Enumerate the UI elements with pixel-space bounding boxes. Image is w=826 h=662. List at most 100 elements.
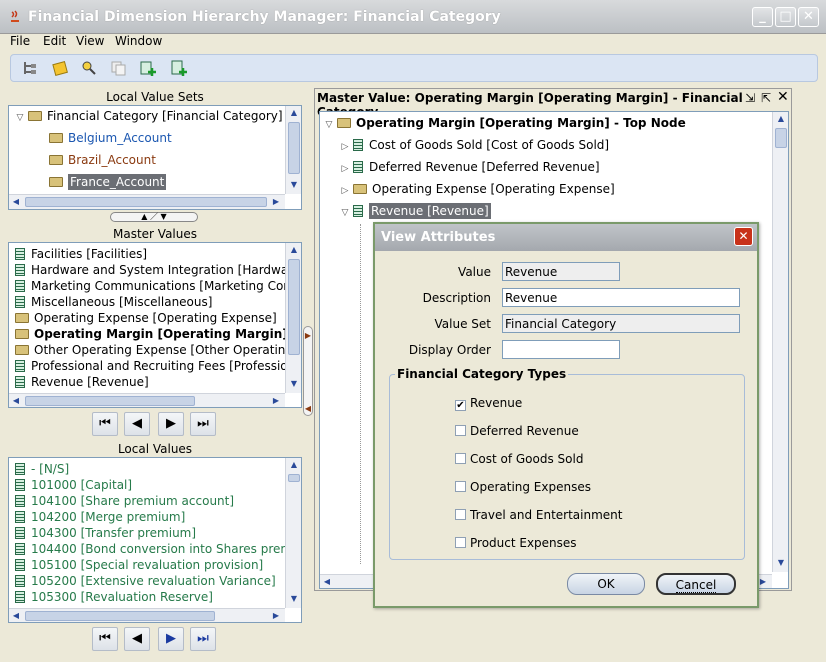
vertical-scrollbar[interactable]: ▲ ▼ [285,458,301,608]
scroll-down-icon[interactable]: ▼ [287,377,301,391]
ok-button[interactable]: OK [567,573,645,595]
scroll-thumb[interactable] [288,259,300,355]
type-checkbox[interactable]: Product Expenses [455,536,577,550]
scroll-down-icon[interactable]: ▼ [774,556,788,570]
scroll-thumb[interactable] [25,197,267,207]
tree-node-selected[interactable]: ▽ Revenue [Revenue] [340,203,491,219]
panel-minimize-icon[interactable]: ⇲ [745,91,755,105]
description-field[interactable]: Revenue [502,288,740,307]
scroll-down-icon[interactable]: ▼ [287,592,301,606]
previous-record-button[interactable]: ◀ [124,627,150,651]
tree-node[interactable]: ▷ Operating Expense [Operating Expense] [340,182,615,197]
list-item[interactable]: Other Operating Expense [Other Operating… [15,343,301,357]
scroll-up-icon[interactable]: ▲ [287,458,301,472]
menu-window[interactable]: Window [115,34,162,48]
list-item[interactable]: 104400 [Bond conversion into Shares prem… [15,542,301,556]
splitter-handle[interactable]: ▲ ／ ▼ [110,212,198,222]
horizontal-scrollbar[interactable]: ◀ ▶ [9,194,285,209]
scroll-right-icon[interactable]: ▶ [269,609,283,622]
horizontal-scrollbar[interactable]: ◀ ▶ [9,393,285,407]
tree-item-france[interactable]: France_Account [49,174,167,190]
scroll-thumb[interactable] [25,396,195,406]
list-item[interactable]: 105300 [Revaluation Reserve] [15,590,213,604]
tree-node[interactable]: ▷ Cost of Goods Sold [Cost of Goods Sold] [340,138,610,153]
list-item[interactable]: Marketing Communications [Marketing Comm [15,279,301,293]
tree-root[interactable]: ▽ Financial Category [Financial Category] [15,109,283,124]
scroll-left-icon[interactable]: ◀ [9,195,23,209]
last-record-button[interactable]: ⏭ [190,412,216,436]
checkbox-icon[interactable] [455,453,466,464]
type-checkbox[interactable]: ✔ Revenue [455,396,522,411]
scroll-thumb[interactable] [25,611,215,621]
type-checkbox[interactable]: Deferred Revenue [455,424,579,438]
tree-root[interactable]: ▽ Operating Margin [Operating Margin] - T… [324,116,686,131]
tree-item-brazil[interactable]: Brazil_Account [49,153,156,167]
expand-icon[interactable]: ▷ [340,165,350,175]
menu-edit[interactable]: Edit [43,34,66,48]
scroll-left-icon[interactable]: ◀ [320,575,334,588]
list-item[interactable]: Operating Margin [Operating Margin] - To… [15,327,301,341]
scroll-thumb[interactable] [288,474,300,482]
list-item[interactable]: 105100 [Special revaluation provision] [15,558,263,572]
scroll-up-icon[interactable]: ▲ [774,112,788,126]
scroll-down-icon[interactable]: ▼ [287,178,301,192]
list-item[interactable]: Operating Expense [Operating Expense] [15,311,277,325]
type-checkbox[interactable]: Operating Expenses [455,480,591,494]
edit-icon[interactable] [51,59,69,77]
vertical-splitter[interactable]: ▶ ◀ [303,326,313,416]
first-record-button[interactable]: ⏮ [92,627,118,651]
cancel-button[interactable]: Cancel [656,573,736,595]
next-record-button[interactable]: ▶ [158,412,184,436]
list-item[interactable]: 104100 [Share premium account] [15,494,234,508]
find-icon[interactable] [80,59,98,77]
collapse-icon[interactable]: ▽ [324,121,334,131]
minimize-button[interactable]: _ [752,7,773,27]
collapse-icon[interactable]: ▽ [15,114,25,124]
scroll-up-icon[interactable]: ▲ [287,243,301,257]
scroll-thumb[interactable] [288,122,300,174]
vertical-scrollbar[interactable]: ▲ ▼ [285,106,301,194]
maximize-button[interactable]: □ [775,7,796,27]
vertical-scrollbar[interactable]: ▲ ▼ [285,243,301,393]
expand-icon[interactable]: ▷ [340,187,350,197]
list-item[interactable]: Facilities [Facilities] [15,247,147,261]
list-item[interactable]: Hardware and System Integration [Hardwar… [15,263,300,277]
last-record-button[interactable]: ⏭ [190,627,216,651]
list-item[interactable]: Professional and Recruiting Fees [Profes… [15,359,288,373]
list-item[interactable]: Miscellaneous [Miscellaneous] [15,295,212,309]
add-child-icon[interactable] [139,59,157,77]
horizontal-scrollbar[interactable]: ◀ ▶ [9,608,285,622]
menu-view[interactable]: View [76,34,104,48]
type-checkbox[interactable]: Cost of Goods Sold [455,452,583,466]
add-sibling-icon[interactable] [170,59,188,77]
scroll-up-icon[interactable]: ▲ [287,106,301,120]
checkbox-icon[interactable] [455,509,466,520]
tree-item-belgium[interactable]: Belgium_Account [49,131,172,145]
value-field[interactable]: Revenue [502,262,620,281]
first-record-button[interactable]: ⏮ [92,412,118,436]
vertical-scrollbar[interactable]: ▲ ▼ [772,112,788,572]
list-item[interactable]: 101000 [Capital] [15,478,132,492]
list-item[interactable]: - [N/S] [15,462,69,476]
checkbox-icon[interactable] [455,537,466,548]
value-set-field[interactable]: Financial Category [502,314,740,333]
close-window-button[interactable]: ✕ [798,7,819,27]
list-item[interactable]: 104200 [Merge premium] [15,510,185,524]
checkbox-icon[interactable] [455,481,466,492]
scroll-right-icon[interactable]: ▶ [269,394,283,407]
checkbox-icon[interactable] [455,425,466,436]
tree-node[interactable]: ▷ Deferred Revenue [Deferred Revenue] [340,160,600,175]
scroll-left-icon[interactable]: ◀ [9,609,23,622]
display-order-field[interactable] [502,340,620,359]
list-item[interactable]: 104300 [Transfer premium] [15,526,196,540]
list-item[interactable]: 105200 [Extensive revaluation Variance] [15,574,276,588]
dialog-close-button[interactable]: ✕ [734,227,753,246]
type-checkbox[interactable]: Travel and Entertainment [455,508,622,522]
panel-restore-icon[interactable]: ⇱ [761,91,771,105]
collapse-icon[interactable]: ▽ [340,209,350,219]
hierarchy-icon[interactable] [21,59,39,77]
next-record-button[interactable]: ▶ [158,627,184,651]
menu-file[interactable]: File [10,34,30,48]
previous-record-button[interactable]: ◀ [124,412,150,436]
panel-close-icon[interactable]: ✕ [777,89,789,105]
